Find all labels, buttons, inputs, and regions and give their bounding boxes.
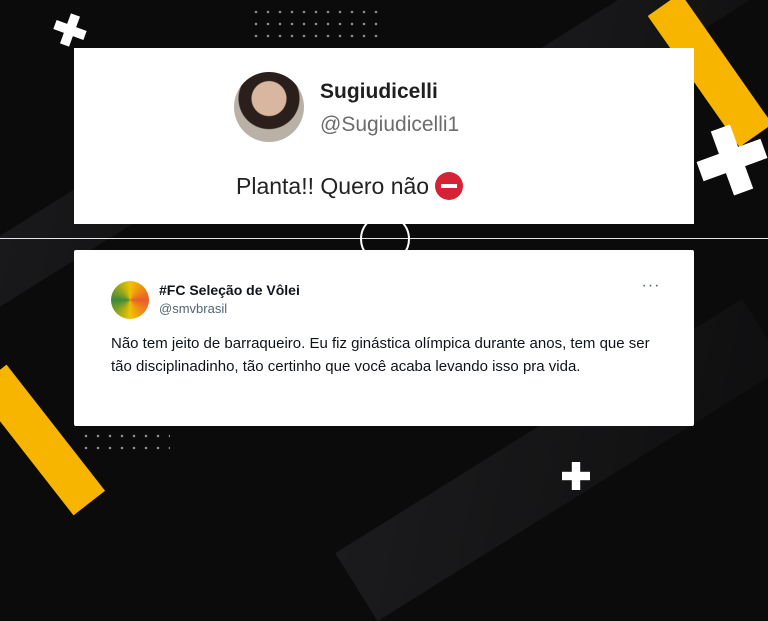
no-entry-icon [435,172,464,200]
plus-icon [49,9,90,50]
author-handle[interactable]: @smvbrasil [159,301,227,316]
plus-icon [688,116,768,203]
avatar[interactable] [111,281,149,319]
tweet-text: Planta!! Quero não [236,172,464,200]
more-options-icon[interactable]: ··· [641,278,661,297]
author-handle[interactable]: @Sugiudicelli1 [320,113,459,137]
dot-grid-bottom [80,430,170,450]
tweet-text-body: Planta!! Quero não [236,173,430,199]
avatar[interactable] [234,72,304,142]
tweet-text: Não tem jeito de barraqueiro. Eu fiz gin… [111,335,650,375]
plus-icon [562,462,590,490]
dot-grid-top [250,6,380,42]
author-name[interactable]: Sugiudicelli [320,80,438,104]
author-name[interactable]: #FC Seleção de Vôlei [159,282,300,298]
